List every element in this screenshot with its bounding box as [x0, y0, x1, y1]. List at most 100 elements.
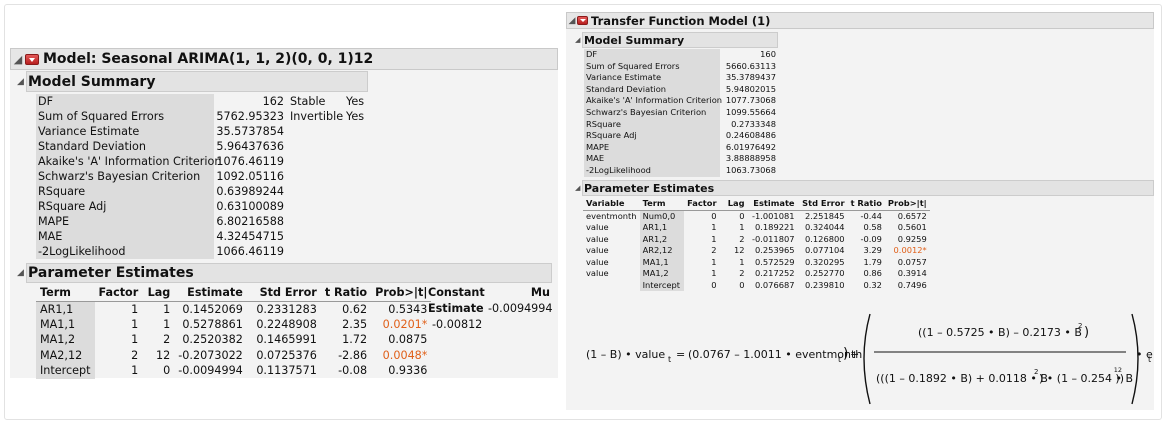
cell-variable: value: [586, 245, 609, 256]
cell-std-error: 2.251845: [804, 211, 845, 221]
red-triangle-menu-icon[interactable]: [25, 53, 39, 65]
formula-numerator-exp: 2: [1078, 322, 1082, 330]
cell-std-error: 0.252770: [804, 268, 845, 279]
column-header[interactable]: Factor: [683, 197, 720, 211]
cell-estimate: -0.0094994: [178, 364, 243, 378]
cell-term: MA1,2: [36, 332, 95, 348]
column-header[interactable]: Prob>|t|: [884, 197, 930, 211]
cell-estimate: 0.2520382: [182, 333, 243, 347]
cell-factor: 1: [131, 364, 139, 378]
summary-label: Variance Estimate: [38, 125, 140, 138]
formula-error-sub: t: [1148, 355, 1151, 364]
summary-value: 4.32454715: [216, 230, 284, 243]
column-header[interactable]: Factor: [94, 285, 143, 302]
cell-factor: 2: [711, 245, 717, 256]
formula-equals: =: [676, 348, 685, 361]
cell-std-error: 0.320295: [804, 256, 845, 267]
stable-label: Stable: [290, 95, 326, 108]
summary-value: 6.80216588: [216, 215, 284, 228]
transfer-summary-values: 160 5660.63113 35.3789437 5.94802015 1077.73…: [720, 49, 776, 177]
cell-factor: 1: [711, 256, 717, 267]
cell-t-ratio: 3.29: [863, 245, 882, 256]
cell-estimate: 0.253965: [754, 245, 795, 256]
cell-term: AR1,1: [36, 301, 95, 317]
cell-term: Intercept: [639, 279, 684, 291]
cell-prob: 0.3914: [897, 268, 927, 279]
cell-estimate: 0.217252: [754, 268, 795, 279]
red-triangle-menu-icon[interactable]: [577, 16, 588, 25]
cell-factor: 1: [131, 302, 139, 316]
cell-lag: 2: [163, 333, 171, 347]
disclosure-triangle-icon[interactable]: ◢: [11, 53, 25, 66]
summary-value: 0.24608486: [725, 130, 776, 141]
cell-variable: value: [586, 268, 609, 279]
arima-stability-labels: Stable Invertible: [290, 94, 343, 124]
summary-label: MAE: [38, 230, 63, 243]
cell-factor: 2: [131, 348, 139, 362]
cell-prob: 0.6572: [897, 211, 927, 221]
table-row: MA1,1 1 1 0.5278861 0.2248908 2.35 0.0201*: [36, 316, 431, 332]
arima-outline-header[interactable]: ◢ Model: Seasonal ARIMA(1, 1, 2)(0, 0, 1…: [10, 48, 558, 70]
summary-label: RSquare: [38, 185, 86, 198]
column-header[interactable]: Lag: [719, 197, 748, 211]
summary-label: -2LogLikelihood: [586, 164, 651, 175]
summary-value: 1063.73068: [725, 164, 776, 175]
summary-value: 1077.73068: [725, 95, 776, 106]
summary-label: Akaike's 'A' Information Criterion: [586, 95, 723, 106]
summary-value: 5.94802015: [725, 83, 776, 94]
transfer-summary-labels: DF Sum of Squared Errors Variance Estimate…: [584, 49, 723, 177]
column-header[interactable]: t Ratio: [320, 285, 372, 302]
column-header[interactable]: Term: [36, 285, 95, 302]
cell-t-ratio: -0.09: [860, 233, 882, 244]
column-header[interactable]: Estimate: [747, 197, 798, 211]
transfer-parameter-estimates-header[interactable]: ◢ Parameter Estimates: [575, 180, 1154, 196]
column-header[interactable]: Variable: [583, 197, 640, 211]
transfer-model-summary-header[interactable]: ◢ Model Summary: [575, 32, 778, 48]
summary-label: DF: [38, 95, 54, 108]
column-header[interactable]: Std Error: [797, 197, 848, 211]
cell-t-ratio: 0.86: [863, 268, 882, 279]
cell-std-error: 0.1137571: [256, 364, 317, 378]
disclosure-triangle-icon[interactable]: ◢: [17, 268, 28, 278]
formula-plus: +: [850, 348, 859, 361]
cell-t-ratio: 0.58: [863, 222, 882, 233]
cell-factor: 1: [131, 317, 139, 331]
column-header[interactable]: Lag: [142, 285, 175, 302]
cell-term: MA2,12: [36, 347, 95, 363]
disclosure-triangle-icon[interactable]: ◢: [17, 77, 28, 87]
arima-model-summary-header[interactable]: ◢ Model Summary: [17, 71, 368, 92]
column-header[interactable]: Prob>|t|: [371, 285, 432, 302]
summary-label: Sum of Squared Errors: [586, 60, 680, 71]
constant-estimate-value: -0.00812: [432, 318, 483, 331]
transfer-title: Transfer Function Model (1): [591, 13, 771, 28]
disclosure-triangle-icon[interactable]: ◢: [575, 36, 584, 44]
cell-variable: value: [586, 222, 609, 233]
cell-variable: [583, 279, 640, 291]
summary-value: 5.96437636: [216, 140, 284, 153]
cell-t-ratio: 1.72: [342, 333, 368, 347]
summary-value: 1066.46119: [216, 245, 284, 258]
disclosure-triangle-icon[interactable]: ◢: [567, 16, 577, 26]
transfer-function-formula: (1 – B) • value t = (0.0767 – 1.0011 • e…: [586, 313, 1153, 405]
cell-std-error: 0.239810: [804, 279, 845, 290]
column-header[interactable]: Estimate: [174, 285, 247, 302]
cell-estimate: -1.001081: [751, 211, 795, 221]
cell-factor: 1: [711, 268, 717, 279]
section-title: Parameter Estimates: [28, 265, 194, 281]
cell-std-error: 0.126800: [804, 233, 845, 244]
column-header[interactable]: Std Error: [246, 285, 321, 302]
disclosure-triangle-icon[interactable]: ◢: [575, 184, 584, 192]
summary-label: Schwarz's Bayesian Criterion: [38, 170, 201, 183]
formula-numerator: ((1 – 0.5725 • B) – 0.2173 • B: [918, 326, 1082, 339]
column-header[interactable]: Term: [639, 197, 684, 211]
cell-lag: 1: [739, 256, 745, 267]
cell-term: AR1,2: [639, 233, 684, 245]
cell-prob: 0.0048*: [382, 348, 428, 362]
column-header[interactable]: t Ratio: [847, 197, 885, 211]
cell-term: AR1,1: [639, 221, 684, 233]
arima-parameter-estimates-header[interactable]: ◢ Parameter Estimates: [17, 263, 552, 283]
formula-numerator-close: ): [1084, 325, 1089, 340]
transfer-outline-header[interactable]: ◢ Transfer Function Model (1): [566, 12, 1154, 29]
summary-value: 3.88888958: [725, 153, 776, 164]
cell-estimate: 0.076687: [754, 279, 795, 290]
